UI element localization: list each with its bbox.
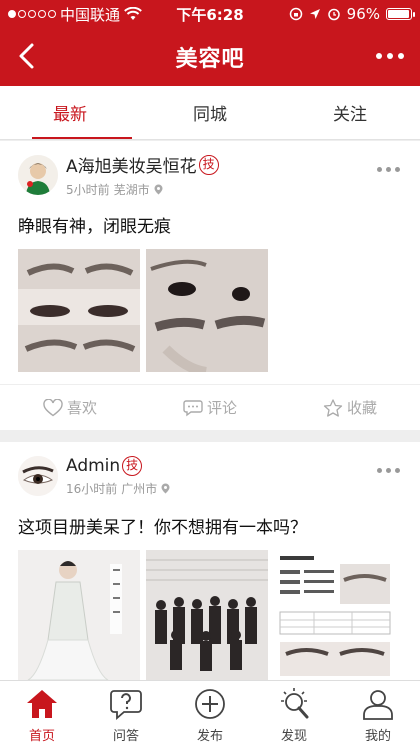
tabbar-home[interactable]: 首页: [0, 681, 84, 746]
expert-badge: 技: [198, 154, 219, 175]
post-image[interactable]: [18, 550, 140, 680]
tabbar-qa-label: 问答: [112, 729, 139, 744]
favorite-button[interactable]: 收藏: [280, 397, 420, 418]
home-icon: [27, 690, 57, 718]
post-image[interactable]: [18, 249, 140, 372]
post-image[interactable]: [274, 550, 396, 680]
post-author[interactable]: A海旭美妆吴恒花: [66, 152, 197, 177]
tabbar-qa[interactable]: 问答: [84, 681, 168, 746]
post-more-icon[interactable]: [377, 167, 400, 172]
like-label: 喜欢: [66, 399, 97, 417]
tabbar-publish-label: 发布: [196, 729, 223, 744]
wifi-icon: [124, 7, 142, 20]
post-image[interactable]: [146, 249, 268, 372]
battery-percent: 96%: [346, 5, 380, 23]
star-icon: [323, 398, 343, 417]
post-time: 16小时前: [66, 481, 118, 496]
post-text: 这项目册美呆了！你不想拥有一本吗？: [18, 518, 307, 538]
post-time: 5小时前: [66, 183, 110, 197]
favorite-label: 收藏: [346, 399, 377, 417]
profile-icon: [363, 690, 393, 720]
post-more-icon[interactable]: [377, 468, 400, 473]
discover-icon: [281, 688, 309, 719]
expert-badge: 技: [122, 455, 143, 476]
location-pin-icon: [161, 483, 170, 493]
location-pin-icon: [154, 184, 163, 195]
publish-icon: [195, 689, 225, 719]
post-text: 睁眼有神，闭眼无痕: [18, 217, 171, 237]
feed-tabs: 最新 同城 关注: [0, 86, 420, 140]
comment-icon: [183, 399, 203, 416]
tabbar-profile[interactable]: 我的: [336, 681, 420, 746]
post-location: 芜湖市: [113, 183, 150, 197]
tabbar-profile-label: 我的: [364, 729, 391, 744]
post-feed[interactable]: A海旭美妆吴恒花 技 5小时前 芜湖市 睁眼有神，闭眼无痕 喜欢 评论 收藏 A…: [0, 141, 420, 680]
more-options-icon[interactable]: [370, 42, 410, 70]
heart-icon: [43, 398, 63, 416]
nav-bar: 美容吧: [0, 28, 420, 86]
carrier-label: 中国联通: [60, 5, 121, 24]
post-card[interactable]: Admin 技 16小时前 广州市 这项目册美呆了！你不想拥有一本吗？: [0, 442, 420, 680]
comment-label: 评论: [206, 399, 237, 417]
post-card[interactable]: A海旭美妆吴恒花 技 5小时前 芜湖市 睁眼有神，闭眼无痕 喜欢 评论 收藏: [0, 141, 420, 430]
alarm-icon: [327, 8, 340, 21]
post-author[interactable]: Admin: [66, 456, 120, 476]
tab-same-city[interactable]: 同城: [140, 86, 280, 139]
comment-button[interactable]: 评论: [140, 397, 280, 418]
post-location: 广州市: [121, 481, 158, 496]
tab-following[interactable]: 关注: [280, 86, 420, 139]
post-image[interactable]: [146, 550, 268, 680]
bottom-tab-bar: 首页 问答 发布 发现 我的: [0, 680, 420, 746]
tabbar-home-label: 首页: [28, 729, 55, 744]
like-button[interactable]: 喜欢: [0, 397, 140, 418]
signal-icon: [8, 10, 56, 18]
tab-latest[interactable]: 最新: [0, 86, 140, 139]
status-time: 下午6:28: [176, 5, 244, 24]
avatar[interactable]: [18, 456, 58, 496]
rotation-lock-icon: [289, 7, 302, 21]
tabbar-discover-label: 发现: [280, 729, 307, 744]
location-arrow-icon: [309, 9, 320, 19]
tabbar-publish[interactable]: 发布: [168, 681, 252, 746]
qa-icon: [110, 690, 142, 720]
page-title: 美容吧: [175, 47, 245, 72]
tabbar-discover[interactable]: 发现: [252, 681, 336, 746]
avatar[interactable]: [18, 155, 58, 195]
status-bar: 中国联通 下午6:28 96%: [0, 0, 420, 28]
back-arrow-icon[interactable]: [12, 40, 44, 72]
battery-icon: [386, 8, 415, 20]
